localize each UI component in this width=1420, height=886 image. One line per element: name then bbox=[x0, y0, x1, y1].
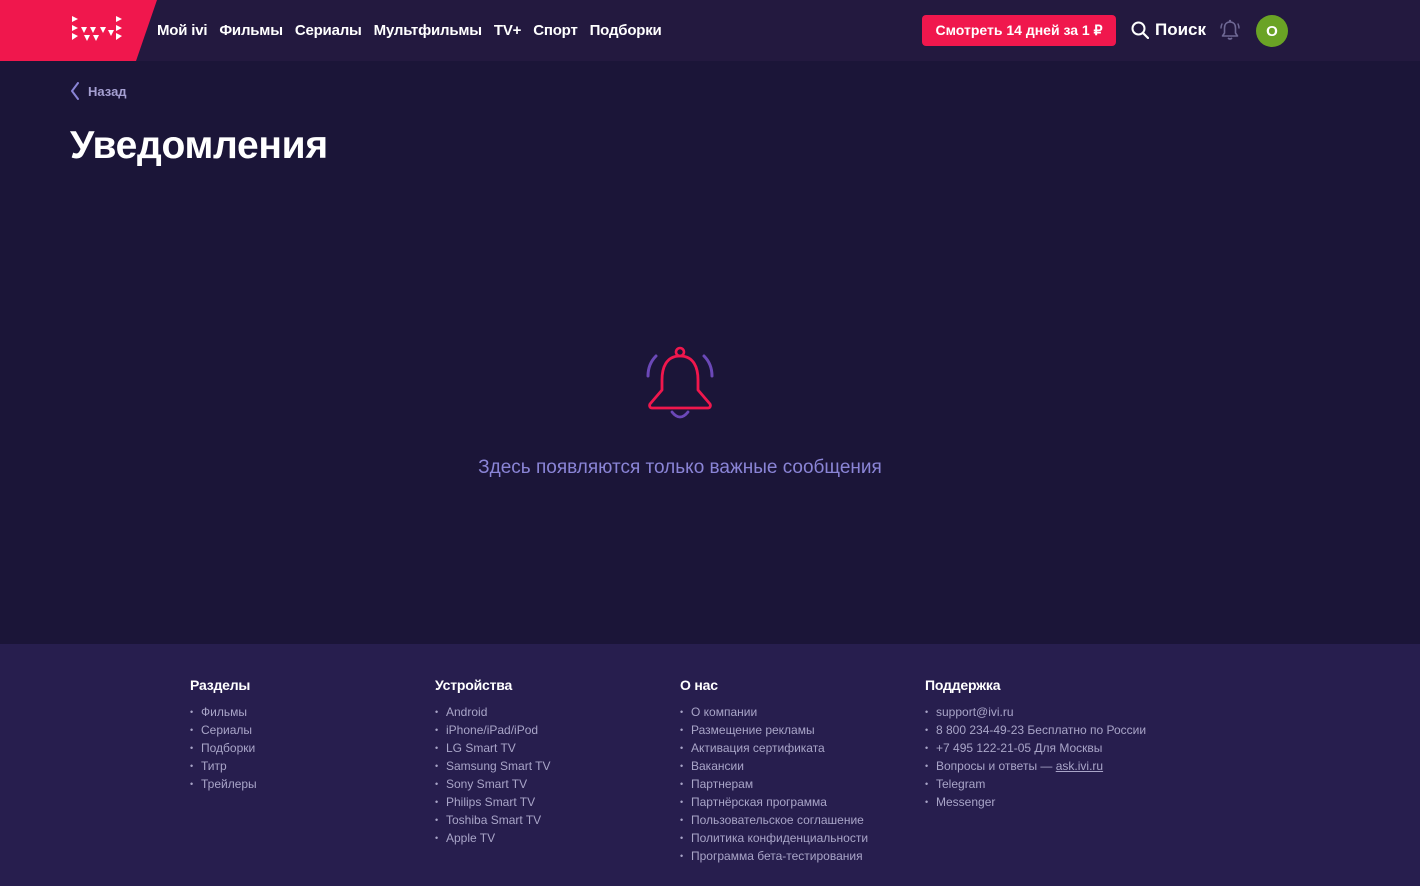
footer-link-privacy[interactable]: Политика конфиденциальности bbox=[680, 829, 868, 847]
footer: Разделы Фильмы Сериалы Подборки Титр Тре… bbox=[0, 644, 1420, 886]
empty-message-text: Здесь появляются только важные сообщения bbox=[478, 457, 882, 478]
footer-support-phone-free[interactable]: 8 800 234-49-23 Бесплатно по России bbox=[925, 721, 1146, 739]
search-button[interactable]: Поиск bbox=[1131, 18, 1206, 42]
footer-support-phone-moscow[interactable]: +7 495 122-21-05 Для Москвы bbox=[925, 739, 1146, 757]
footer-link-beta[interactable]: Программа бета-тестирования bbox=[680, 847, 868, 865]
footer-link-iphone[interactable]: iPhone/iPad/iPod bbox=[435, 721, 550, 739]
nav-item-cartoons[interactable]: Мультфильмы bbox=[374, 22, 482, 39]
footer-about-column: О нас О компании Размещение рекламы Акти… bbox=[680, 677, 868, 865]
footer-link-titr[interactable]: Титр bbox=[190, 757, 257, 775]
back-link[interactable]: Назад bbox=[70, 82, 127, 100]
footer-link-company[interactable]: О компании bbox=[680, 703, 868, 721]
footer-sections-column: Разделы Фильмы Сериалы Подборки Титр Тре… bbox=[190, 677, 257, 793]
chevron-left-icon bbox=[71, 82, 79, 100]
main-nav: Мой ivi Фильмы Сериалы Мультфильмы TV+ С… bbox=[157, 0, 674, 61]
bell-icon bbox=[644, 346, 716, 427]
footer-support-title: Поддержка bbox=[925, 677, 1001, 693]
footer-link-sony[interactable]: Sony Smart TV bbox=[435, 775, 550, 793]
footer-link-apple-tv[interactable]: Apple TV bbox=[435, 829, 550, 847]
footer-faq-prefix: Вопросы и ответы — bbox=[936, 759, 1056, 773]
footer-link-philips[interactable]: Philips Smart TV bbox=[435, 793, 550, 811]
footer-support-email[interactable]: support@ivi.ru bbox=[925, 703, 1146, 721]
nav-item-series[interactable]: Сериалы bbox=[295, 22, 362, 39]
footer-link-trailers[interactable]: Трейлеры bbox=[190, 775, 257, 793]
footer-support-messenger[interactable]: Messenger bbox=[925, 793, 1146, 811]
nav-item-collections[interactable]: Подборки bbox=[590, 22, 662, 39]
avatar[interactable]: О bbox=[1256, 15, 1288, 47]
footer-link-samsung[interactable]: Samsung Smart TV bbox=[435, 757, 550, 775]
footer-support-telegram[interactable]: Telegram bbox=[925, 775, 1146, 793]
footer-faq-link[interactable]: ask.ivi.ru bbox=[1056, 759, 1103, 773]
footer-link-ads[interactable]: Размещение рекламы bbox=[680, 721, 868, 739]
footer-link-android[interactable]: Android bbox=[435, 703, 550, 721]
footer-link-partners[interactable]: Партнерам bbox=[680, 775, 868, 793]
footer-sections-title: Разделы bbox=[190, 677, 251, 693]
footer-link-films[interactable]: Фильмы bbox=[190, 703, 257, 721]
ivi-logo[interactable] bbox=[0, 0, 160, 61]
footer-link-affiliate[interactable]: Партнёрская программа bbox=[680, 793, 868, 811]
footer-support-faq: Вопросы и ответы — ask.ivi.ru bbox=[925, 757, 1146, 775]
footer-link-toshiba[interactable]: Toshiba Smart TV bbox=[435, 811, 550, 829]
page-title: Уведомления bbox=[70, 124, 328, 167]
nav-item-sport[interactable]: Спорт bbox=[533, 22, 578, 39]
subscribe-button[interactable]: Смотреть 14 дней за 1 ₽ bbox=[922, 15, 1116, 46]
footer-about-title: О нас bbox=[680, 677, 718, 693]
notifications-bell-icon[interactable] bbox=[1218, 18, 1242, 47]
footer-devices-column: Устройства Android iPhone/iPad/iPod LG S… bbox=[435, 677, 550, 847]
empty-message: Здесь появляются только важные сообщения bbox=[0, 457, 1360, 479]
footer-link-lg[interactable]: LG Smart TV bbox=[435, 739, 550, 757]
nav-item-tv-plus[interactable]: TV+ bbox=[494, 22, 522, 39]
footer-devices-title: Устройства bbox=[435, 677, 513, 693]
footer-link-series[interactable]: Сериалы bbox=[190, 721, 257, 739]
footer-link-collections[interactable]: Подборки bbox=[190, 739, 257, 757]
nav-item-films[interactable]: Фильмы bbox=[219, 22, 283, 39]
footer-link-vacancies[interactable]: Вакансии bbox=[680, 757, 868, 775]
footer-link-terms[interactable]: Пользовательское соглашение bbox=[680, 811, 868, 829]
footer-link-certificate[interactable]: Активация сертификата bbox=[680, 739, 868, 757]
footer-support-column: Поддержка support@ivi.ru 8 800 234-49-23… bbox=[925, 677, 1146, 811]
back-label: Назад bbox=[88, 83, 127, 99]
nav-item-my-ivi[interactable]: Мой ivi bbox=[157, 22, 208, 39]
search-icon bbox=[1131, 21, 1149, 39]
search-label: Поиск bbox=[1155, 20, 1207, 39]
top-header: Мой ivi Фильмы Сериалы Мультфильмы TV+ С… bbox=[0, 0, 1420, 61]
